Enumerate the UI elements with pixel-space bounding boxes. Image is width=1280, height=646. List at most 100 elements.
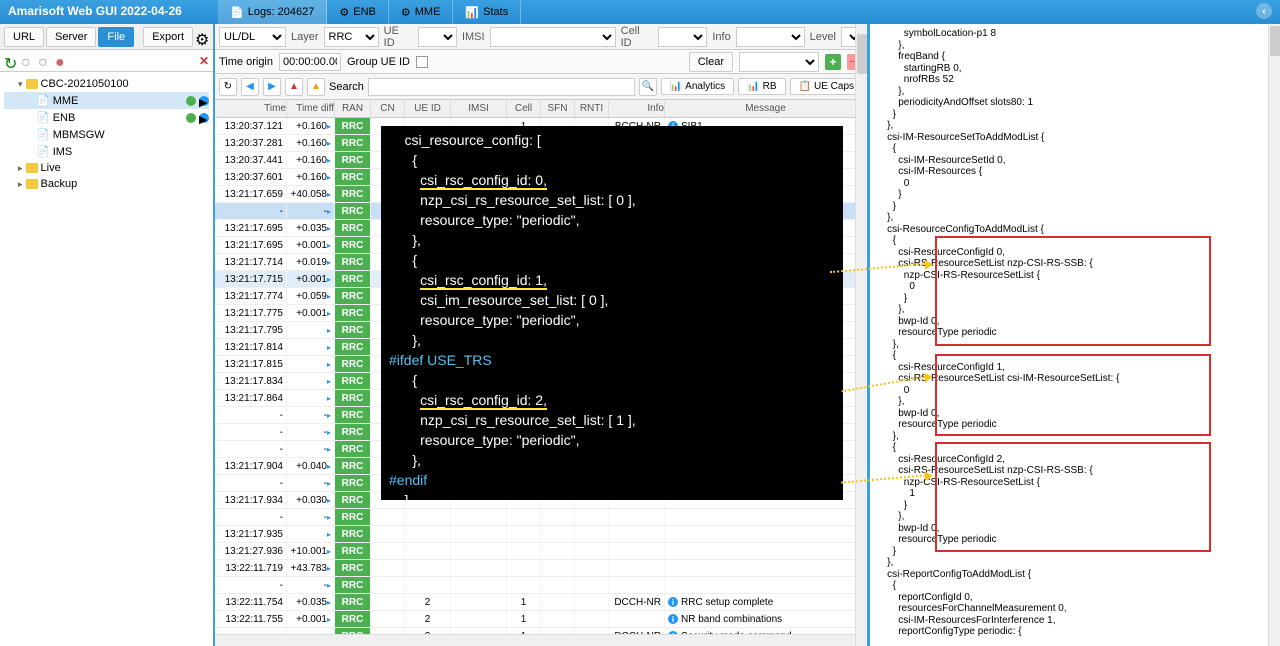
table-row[interactable]: 13:22:11.719+43.783▸RRC xyxy=(215,560,867,577)
imsi-select[interactable] xyxy=(490,27,616,47)
table-row[interactable]: --▸RRC xyxy=(215,509,867,526)
detail-line: } xyxy=(876,109,1280,121)
tree-root[interactable]: ▾CBC-2021050100 xyxy=(4,76,209,92)
detail-line: csi-ReportConfigToAddModList { xyxy=(876,569,1280,581)
detail-line: } xyxy=(876,546,1280,558)
play-icon[interactable]: ▶ xyxy=(199,113,209,123)
circle-icon[interactable]: ○ xyxy=(21,54,35,68)
col-cn[interactable]: CN xyxy=(371,100,405,117)
detail-line: }, xyxy=(876,120,1280,132)
tree-backup[interactable]: ▸Backup xyxy=(4,176,209,192)
tab-stats[interactable]: 📊Stats xyxy=(453,0,521,24)
left-sidebar: 📄Logs: 204627 ⚙ENB ⚙MME 📊Stats URL Serve… xyxy=(0,24,215,646)
col-ran[interactable]: RAN xyxy=(335,100,371,117)
center-h-scrollbar[interactable] xyxy=(215,634,867,646)
detail-line: }, xyxy=(876,557,1280,569)
tree-mbmsgw[interactable]: 📄MBMSGW xyxy=(4,126,209,143)
detail-panel[interactable]: symbolLocation-p1 8 }, freqBand { starti… xyxy=(870,24,1280,646)
warning-icon[interactable]: ▲ xyxy=(285,78,303,96)
code-overlay: csi_resource_config: [ { csi_rsc_config_… xyxy=(381,126,843,500)
collapse-left-icon[interactable]: ‹ xyxy=(1256,3,1272,19)
col-cell[interactable]: Cell xyxy=(507,100,541,117)
col-msg[interactable]: Message xyxy=(665,100,867,117)
right-scrollbar[interactable] xyxy=(1268,24,1280,646)
detail-line: bwp-Id 0, xyxy=(876,523,1280,535)
gear-icon[interactable]: ⚙ xyxy=(195,30,209,44)
col-imsi[interactable]: IMSI xyxy=(451,100,507,117)
add-icon[interactable]: + xyxy=(825,54,841,70)
detail-line: } xyxy=(876,293,1280,305)
detail-line: csi-RS-ResourceSetList nzp-CSI-RS-SSB: { xyxy=(876,465,1280,477)
circle2-icon[interactable]: ○ xyxy=(38,54,52,68)
refresh-icon[interactable]: ↻ xyxy=(4,54,18,68)
table-row[interactable]: --▸RRC21DCCH-NRiSecurity mode command xyxy=(215,628,867,634)
detail-line: startingRB 0, xyxy=(876,63,1280,75)
forward-icon[interactable]: ▶ xyxy=(263,78,281,96)
back-icon[interactable]: ◀ xyxy=(241,78,259,96)
uldl-select[interactable]: UL/DL xyxy=(219,27,286,47)
detail-line: csi-ResourceConfigToAddModList { xyxy=(876,224,1280,236)
uecaps-button[interactable]: 📋UE Caps xyxy=(790,78,863,95)
detail-line: csi-IM-Resources { xyxy=(876,166,1280,178)
export-button[interactable]: Export xyxy=(143,27,193,47)
detail-line: 0 xyxy=(876,385,1280,397)
col-time[interactable]: Time xyxy=(215,100,287,117)
play-icon[interactable]: ▶ xyxy=(199,96,209,106)
col-diff[interactable]: Time diff xyxy=(287,100,335,117)
table-row[interactable]: --▸RRC xyxy=(215,577,867,594)
tab-logs[interactable]: 📄Logs: 204627 xyxy=(218,0,327,24)
tree-enb[interactable]: 📄ENB▶ xyxy=(4,109,209,126)
analytics-button[interactable]: 📊Analytics xyxy=(661,78,734,95)
info-select[interactable] xyxy=(736,27,805,47)
detail-line: reportConfigType periodic: { xyxy=(876,626,1280,638)
detail-line: freqBand { xyxy=(876,51,1280,63)
tab-mme[interactable]: ⚙MME xyxy=(389,0,454,24)
table-row[interactable]: 13:22:11.754+0.035▸RRC21DCCH-NRiRRC setu… xyxy=(215,594,867,611)
group-ue-checkbox[interactable] xyxy=(416,56,428,68)
detail-line: } xyxy=(876,201,1280,213)
cellid-select[interactable] xyxy=(658,27,707,47)
detail-line: csi-RS-ResourceSetList nzp-CSI-RS-SSB: { xyxy=(876,258,1280,270)
col-info[interactable]: Info xyxy=(609,100,665,117)
circle3-icon[interactable]: ● xyxy=(55,54,69,68)
tree-mme[interactable]: 📄MME▶ xyxy=(4,92,209,109)
server-button[interactable]: Server xyxy=(46,27,96,47)
col-rnti[interactable]: RNTI xyxy=(575,100,609,117)
detail-line: } xyxy=(876,500,1280,512)
tree-toolbar: ↻ ○ ○ ● ✕ xyxy=(0,50,213,72)
rb-button[interactable]: 📊RB xyxy=(738,78,785,95)
alert-icon[interactable]: ▲ xyxy=(307,78,325,96)
cellid-label: Cell ID xyxy=(618,25,657,49)
clear-select[interactable] xyxy=(739,52,819,72)
binoculars-icon[interactable]: 🔍 xyxy=(639,78,657,96)
time-origin-input[interactable] xyxy=(279,53,341,71)
detail-line: nrofRBs 52 xyxy=(876,74,1280,86)
table-row[interactable]: 13:22:11.755+0.001▸RRC21iNR band combina… xyxy=(215,611,867,628)
col-ue[interactable]: UE ID xyxy=(405,100,451,117)
detail-line: resourcesForChannelMeasurement 0, xyxy=(876,603,1280,615)
detail-line: csi-ResourceConfigId 2, xyxy=(876,454,1280,466)
tree-ims[interactable]: 📄IMS xyxy=(4,143,209,160)
detail-line: }, xyxy=(876,212,1280,224)
col-sfn[interactable]: SFN xyxy=(541,100,575,117)
detail-line: }, xyxy=(876,396,1280,408)
tree-live[interactable]: ▸Live xyxy=(4,160,209,176)
detail-line: csi-ResourceConfigId 1, xyxy=(876,362,1280,374)
layer-select[interactable]: RRC xyxy=(324,27,379,47)
tab-enb[interactable]: ⚙ENB xyxy=(327,0,389,24)
detail-line: resourceType periodic xyxy=(876,534,1280,546)
url-button[interactable]: URL xyxy=(4,27,44,47)
clear-button[interactable]: Clear xyxy=(689,52,733,72)
file-button[interactable]: File xyxy=(98,27,134,47)
level-label: Level xyxy=(807,31,839,43)
center-scrollbar[interactable] xyxy=(855,24,867,646)
layer-label: Layer xyxy=(288,31,322,43)
detail-line: bwp-Id 0, xyxy=(876,316,1280,328)
table-row[interactable]: 13:21:17.935▸RRC xyxy=(215,526,867,543)
close-icon[interactable]: ✕ xyxy=(199,54,209,68)
ueid-select[interactable] xyxy=(418,27,457,47)
detail-line: resourceType periodic xyxy=(876,327,1280,339)
table-row[interactable]: 13:21:27.936+10.001▸RRC xyxy=(215,543,867,560)
refresh-icon[interactable]: ↻ xyxy=(219,78,237,96)
search-input[interactable] xyxy=(368,78,635,96)
